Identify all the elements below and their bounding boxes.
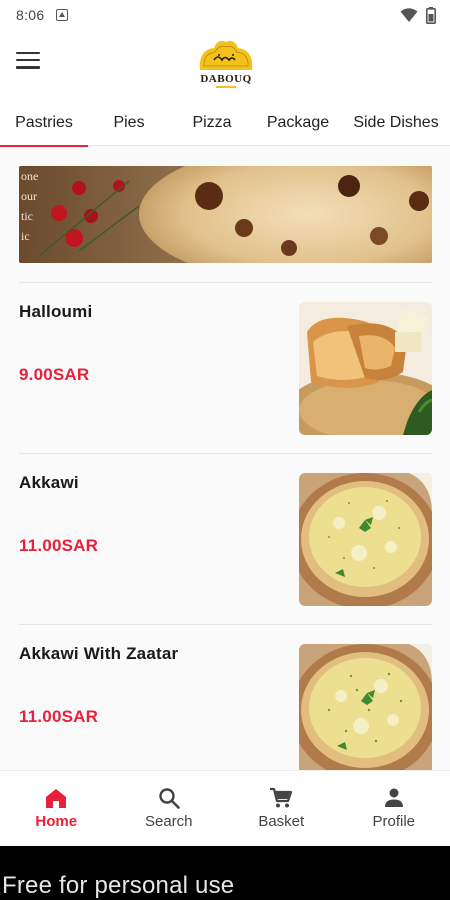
tab-pastries[interactable]: Pastries — [0, 100, 88, 147]
nav-profile[interactable]: Profile — [338, 771, 450, 846]
tab-label: Pizza — [192, 114, 232, 131]
svg-text:tic: tic — [21, 209, 33, 223]
nav-basket[interactable]: Basket — [225, 771, 338, 846]
product-card-halloumi[interactable]: Halloumi 9.00SAR — [0, 283, 450, 454]
watermark-text: Free for personal use — [2, 872, 235, 899]
notification-icon — [56, 9, 69, 21]
status-bar: 8:06 — [0, 0, 450, 30]
category-tabs: Pastries Pies Pizza Package Side Dishes — [0, 100, 450, 147]
product-name: Akkawi With Zaatar — [19, 644, 179, 663]
product-image-akkawi-with-zaatar — [299, 644, 432, 770]
dabouq-logo[interactable]: DABOUQ — [190, 36, 262, 92]
tab-label: Side Dishes — [353, 114, 439, 131]
tab-pies[interactable]: Pies — [88, 100, 170, 146]
nav-home[interactable]: Home — [0, 771, 113, 846]
tab-pizza[interactable]: Pizza — [170, 100, 254, 146]
search-icon — [159, 788, 180, 809]
cart-icon — [270, 787, 293, 808]
home-icon — [46, 789, 67, 808]
tab-label: Pastries — [15, 114, 73, 131]
svg-text:our: our — [21, 189, 37, 203]
nav-label: Profile — [372, 813, 416, 830]
watermark-bar: Free for personal use — [0, 846, 450, 900]
nav-label: Basket — [258, 813, 305, 830]
status-icons — [400, 6, 436, 24]
svg-text:ic: ic — [21, 229, 30, 243]
promo-banner-image[interactable]: one our tic ic — [19, 166, 432, 263]
product-price: 11.00SAR — [19, 707, 99, 726]
logo-wordmark: DABOUQ — [200, 73, 251, 85]
tab-side-dishes[interactable]: Side Dishes — [342, 100, 450, 146]
battery-icon — [426, 6, 436, 24]
product-price: 9.00SAR — [19, 365, 90, 384]
tab-label: Pies — [113, 114, 145, 131]
bottom-navigation: Home Search Basket Profile — [0, 770, 450, 846]
product-image-akkawi — [299, 473, 432, 606]
product-card-akkawi[interactable]: Akkawi 11.00SAR — [0, 454, 450, 625]
person-icon — [384, 788, 403, 807]
product-image-halloumi — [299, 302, 432, 435]
product-name: Halloumi — [19, 302, 93, 321]
product-card-akkawi-with-zaatar[interactable]: Akkawi With Zaatar 11.00SAR — [0, 625, 450, 770]
nav-label: Home — [35, 813, 78, 830]
app-header: DABOUQ — [0, 30, 450, 100]
tab-label: Package — [266, 114, 330, 131]
hamburger-menu-icon[interactable] — [16, 52, 40, 72]
status-time: 8:06 — [16, 7, 45, 23]
tab-package[interactable]: Package — [254, 100, 342, 146]
svg-text:one: one — [21, 169, 38, 183]
product-name: Akkawi — [19, 473, 79, 492]
wifi-icon — [400, 8, 418, 22]
nav-label: Search — [144, 813, 193, 830]
nav-search[interactable]: Search — [113, 771, 226, 846]
product-list[interactable]: one our tic ic Halloumi 9.00SAR Akkawi 1… — [0, 147, 450, 770]
product-price: 11.00SAR — [19, 536, 99, 555]
